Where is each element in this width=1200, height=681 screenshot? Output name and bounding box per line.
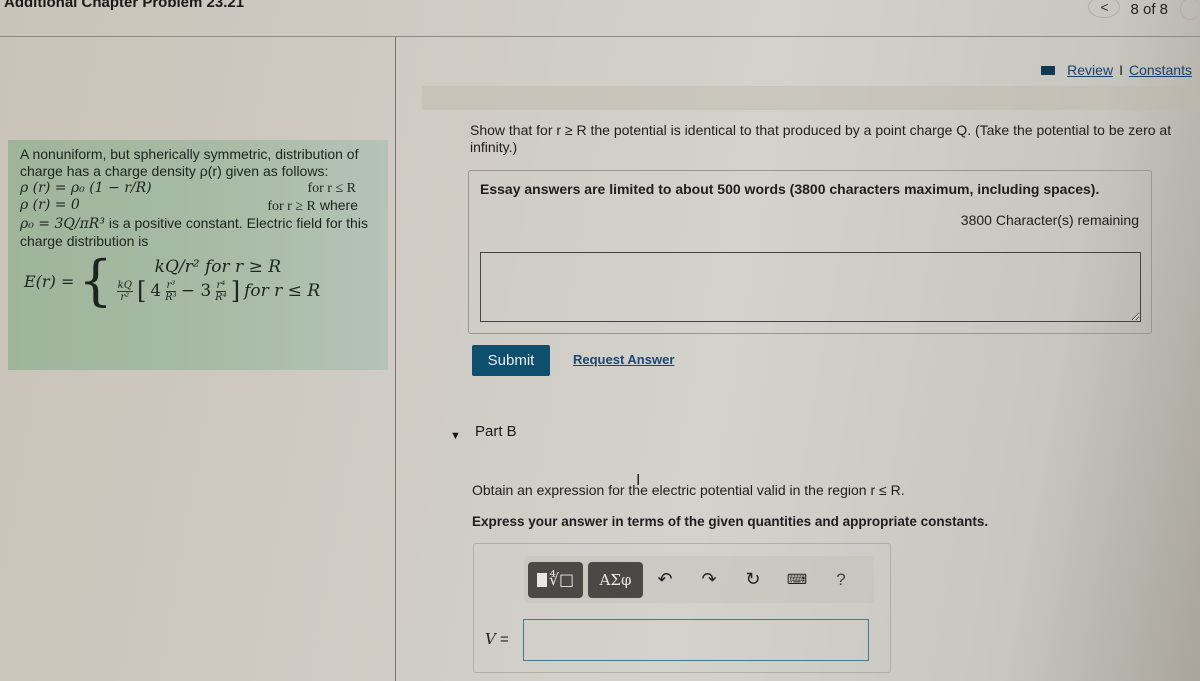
essay-limit-note: Essay answers are limited to about 500 w… (480, 181, 1100, 197)
problem-title: Additional Chapter Problem 23.21 (4, 0, 245, 11)
efield-case-outside: kQ/r² for r ≥ R (154, 257, 282, 277)
part-header-strip (422, 86, 1200, 110)
constants-link[interactable]: Constants (1129, 62, 1192, 78)
chevron-left-icon: < (1100, 0, 1109, 15)
essay-answer-input[interactable] (480, 252, 1141, 322)
potential-answer-input[interactable] (523, 619, 869, 661)
pager: < 8 of 8 (1088, 0, 1200, 20)
request-answer-link[interactable]: Request Answer (573, 352, 674, 367)
frac2-den: R⁴ (215, 292, 227, 303)
rho-inside-expr: ρ (r) = ρ₀ (1 − r/R) (20, 180, 152, 196)
rho-outside-suffix: where (319, 197, 358, 213)
rho0-row: ρ₀ = 3Q/πR³ is a positive constant. Elec… (20, 215, 376, 250)
next-problem-button[interactable] (1180, 0, 1200, 20)
math-toolbar: ∜□ ΑΣφ ↶ ↷ ↻ ⌨ ? (524, 556, 874, 603)
problem-info-box: A nonuniform, but spherically symmetric,… (8, 140, 388, 370)
link-separator: I (1119, 62, 1123, 78)
answer-equals: = (500, 631, 509, 648)
frac1-num: r³ (165, 280, 177, 292)
part-b-collapse-icon[interactable]: ▼ (450, 430, 461, 442)
part-b-instruction: Express your answer in terms of the give… (472, 514, 989, 529)
part-a-question: Show that for r ≥ R the potential is ide… (470, 122, 1172, 155)
frac2-num: r⁴ (215, 280, 227, 292)
frac-r4-R4: r⁴ R⁴ (215, 280, 227, 303)
reset-icon[interactable]: ↻ (731, 562, 775, 598)
pager-count: 8 of 8 (1130, 0, 1168, 18)
characters-remaining: 3800 Character(s) remaining (960, 212, 1139, 228)
top-bar: Additional Chapter Problem 23.21 < 8 of … (0, 0, 1200, 37)
efield-lhs: E(r) = (24, 271, 75, 291)
rho-inside-row: ρ (r) = ρ₀ (1 − r/R) for r ≤ R (20, 180, 376, 197)
prefix-num: kQ (116, 280, 133, 292)
answer-variable: V (485, 630, 496, 648)
essay-answer-box: Essay answers are limited to about 500 w… (468, 170, 1152, 334)
efield-cases: kQ/r² for r ≥ R kQ r² [ 4 r³ R³ − 3 r⁴ R… (116, 257, 321, 305)
minus-three: − 3 (180, 281, 212, 301)
frac1-den: R³ (165, 292, 177, 303)
templates-button[interactable]: ∜□ (528, 561, 583, 598)
problem-intro: A nonuniform, but spherically symmetric,… (20, 146, 359, 179)
submit-button[interactable]: Submit (472, 345, 550, 376)
frac-r3-R3: r³ R³ (165, 280, 177, 303)
efield-case-inside: kQ r² [ 4 r³ R³ − 3 r⁴ R⁴ ] for r ≤ R (116, 277, 321, 305)
coef-four: 4 (150, 281, 162, 301)
rho-outside-row: ρ (r) = 0 for r ≥ Rwhere (20, 197, 376, 215)
help-button[interactable]: ? (819, 562, 863, 598)
book-icon (1041, 65, 1056, 75)
text-cursor-icon: I (636, 472, 641, 489)
efield-case-inside-cond: for r ≤ R (244, 281, 321, 301)
rho0-expr: ρ₀ = 3Q/πR³ (20, 216, 105, 232)
bracket-close: ] (230, 277, 241, 305)
part-b-question: Obtain an expression for the electric po… (472, 482, 905, 498)
cases-brace: { (78, 249, 113, 312)
rho-outside-expr: ρ (r) = 0 (20, 197, 80, 213)
efield-equation: E(r) = { kQ/r² for r ≥ R kQ r² [ 4 r³ R³… (20, 249, 376, 312)
keyboard-icon[interactable]: ⌨ (775, 562, 819, 598)
review-constants-links: Review I Constants (1041, 62, 1192, 78)
pane-divider[interactable] (395, 37, 396, 681)
root-template-icon: ∜□ (548, 570, 575, 589)
part-b-label[interactable]: Part B (475, 423, 517, 440)
bracket-open: [ (136, 277, 147, 305)
prefix-fraction: kQ r² (116, 280, 133, 303)
answer-label: V = (485, 630, 509, 648)
undo-icon[interactable]: ↶ (643, 562, 687, 598)
template-square-icon (536, 572, 547, 587)
part-b-answer-box: ∜□ ΑΣφ ↶ ↷ ↻ ⌨ ? V = (473, 543, 891, 673)
review-link[interactable]: Review (1067, 62, 1113, 78)
prefix-den: r² (120, 292, 130, 303)
rho-inside-cond: for r ≤ R (307, 181, 356, 196)
previous-problem-button[interactable]: < (1088, 0, 1121, 18)
rho-outside-cond: for r ≥ R (267, 199, 316, 214)
greek-symbols-button[interactable]: ΑΣφ (588, 561, 643, 598)
redo-icon[interactable]: ↷ (687, 562, 731, 598)
